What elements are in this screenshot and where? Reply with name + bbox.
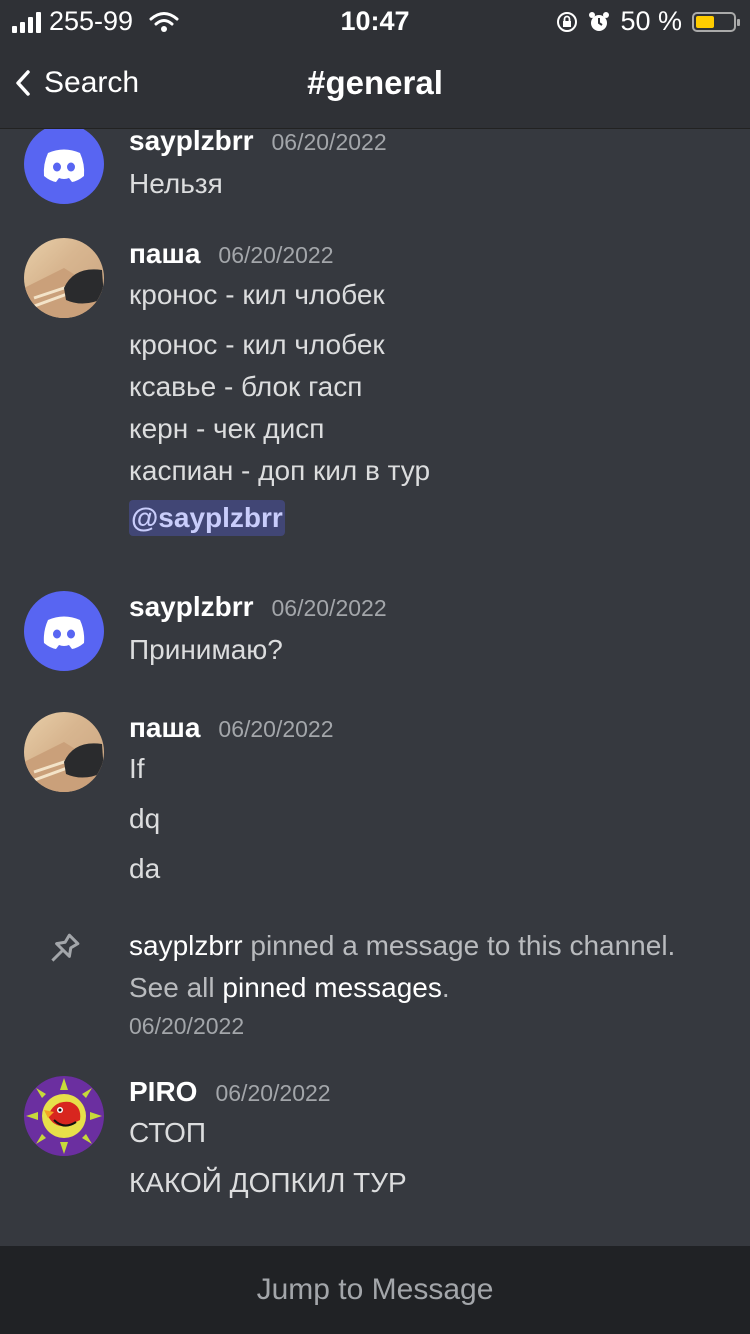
message-text: If [129, 753, 145, 784]
message-text: КАКОЙ ДОПКИЛ ТУР [129, 1167, 407, 1198]
timestamp: 06/20/2022 [218, 242, 334, 268]
message-text: СТОП [129, 1117, 207, 1148]
message-text: керн - чек дисп [129, 413, 325, 444]
pin-notice: sayplzbrr pinned a message to this chann… [129, 930, 676, 1003]
timestamp: 06/20/2022 [129, 1013, 245, 1039]
pin-icon [51, 933, 80, 962]
avatar[interactable] [24, 1076, 104, 1156]
message-text: кронос - кил члобек [129, 279, 385, 310]
avatar[interactable] [24, 238, 104, 318]
alarm-icon [589, 11, 610, 31]
discord-logo-icon [43, 616, 85, 649]
jump-to-message-button[interactable]: Jump to Message [0, 1246, 750, 1334]
discord-logo-icon [43, 149, 85, 182]
message-text: Нельзя [129, 168, 223, 199]
message-text: кронос - кил члобек [129, 329, 385, 360]
rotation-lock-icon [557, 11, 578, 32]
battery-percent: 50 % [620, 6, 682, 36]
status-bar: 255-99 10:47 50 % [0, 0, 750, 42]
message-text: ксавье - блок гасп [129, 371, 363, 402]
author-name[interactable]: паша [129, 238, 200, 270]
user-mention[interactable]: @sayplzbrr [129, 500, 285, 536]
timestamp: 06/20/2022 [218, 716, 334, 742]
timestamp: 06/20/2022 [271, 595, 387, 621]
channel-title: #general [307, 64, 443, 101]
author-name[interactable]: PIRO [129, 1076, 197, 1108]
avatar[interactable] [24, 129, 104, 204]
message-list[interactable]: sayplzbrr 06/20/2022 Нельзя паша 06/20/2… [0, 129, 750, 1246]
author-name[interactable]: sayplzbrr [129, 591, 254, 623]
timestamp: 06/20/2022 [215, 1080, 331, 1106]
header-bar: Search #general [0, 42, 750, 129]
avatar[interactable] [24, 712, 104, 792]
author-name[interactable]: паша [129, 712, 200, 744]
timestamp: 06/20/2022 [271, 129, 387, 155]
photo-avatar-icon [24, 742, 104, 792]
message-text: каспиан - доп кил в тур [129, 455, 431, 486]
message-text: dq [129, 803, 161, 834]
author-name[interactable]: sayplzbrr [129, 129, 254, 157]
battery-icon [692, 11, 740, 32]
bird-avatar-icon [24, 1076, 104, 1156]
photo-avatar-icon [24, 268, 104, 318]
system-user[interactable]: sayplzbrr [129, 930, 243, 961]
pinned-messages-link[interactable]: pinned messages [222, 972, 441, 1003]
message-text: da [129, 853, 161, 884]
avatar[interactable] [24, 591, 104, 671]
message-text: Принимаю? [129, 634, 283, 665]
